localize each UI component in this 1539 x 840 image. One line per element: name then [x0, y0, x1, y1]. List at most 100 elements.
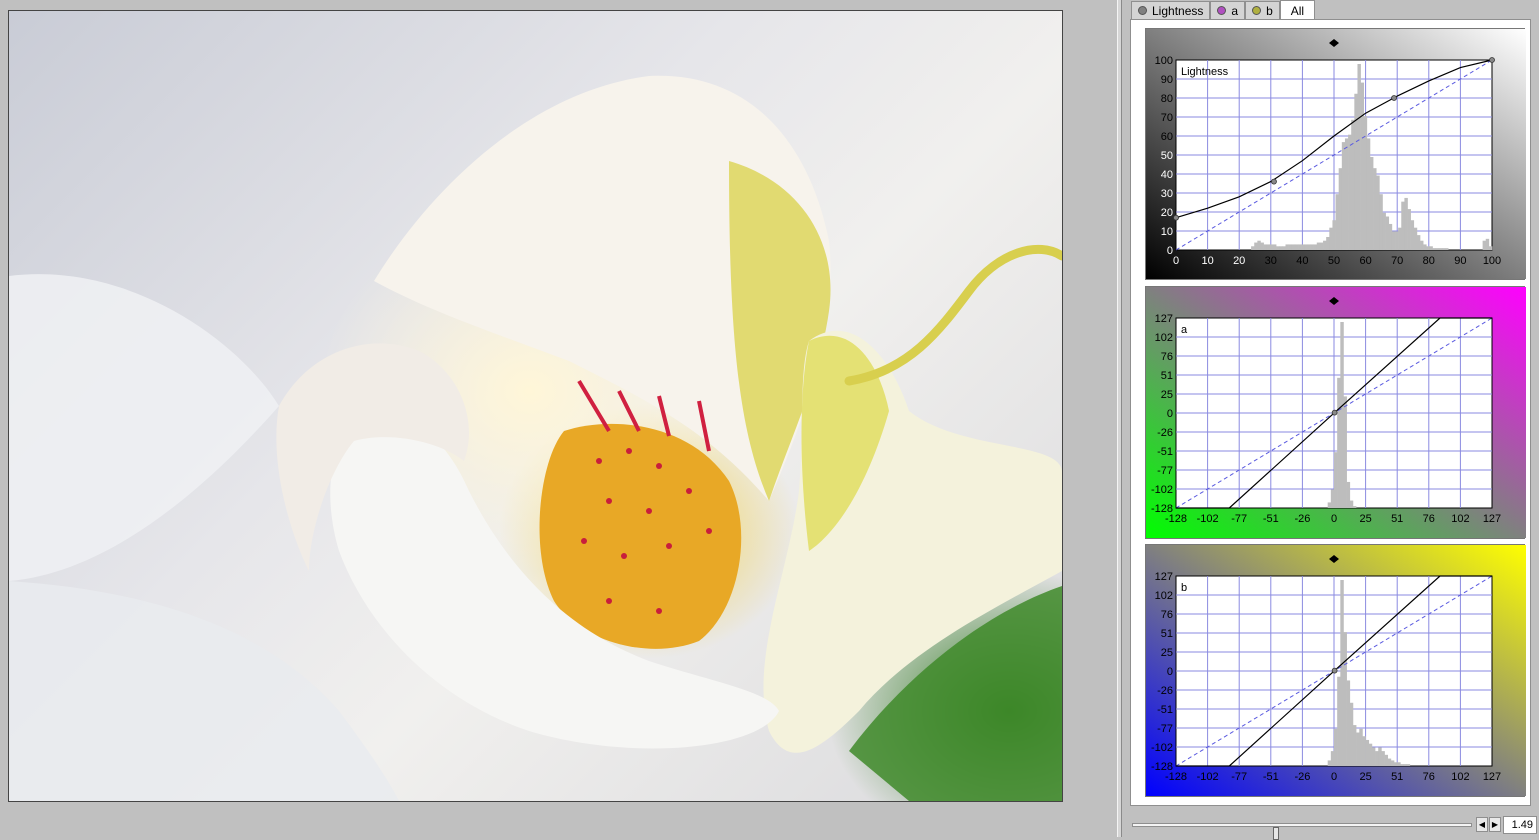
x-tick-label: -128: [1165, 771, 1187, 783]
histogram-bar: [1330, 489, 1335, 508]
x-tick-label: -51: [1263, 513, 1279, 525]
histogram-bar: [1341, 142, 1346, 250]
histogram-bar: [1403, 764, 1407, 766]
histogram-bar: [1352, 506, 1357, 508]
histogram-bar: [1301, 244, 1305, 250]
histogram-bar: [1445, 248, 1449, 250]
lightness-sphere-icon: [1138, 6, 1147, 15]
histogram-bar: [1365, 739, 1370, 766]
histogram-bar: [1294, 244, 1299, 250]
y-tick-label: -26: [1157, 427, 1173, 439]
curve-control-point: [1331, 667, 1338, 674]
histogram-bar: [1298, 244, 1302, 250]
histogram-bar: [1378, 747, 1382, 766]
histogram-bar: [1329, 227, 1333, 250]
histogram-bar: [1410, 220, 1415, 250]
tab-all[interactable]: All: [1279, 0, 1316, 20]
histogram-bar: [1400, 764, 1404, 766]
curve-channel-label: Lightness: [1181, 66, 1229, 78]
a-curve-panel[interactable]: a 127 102 76 51 25 0 -26 -51 -77 -102 -128 -128 -102-…: [1145, 286, 1526, 539]
zoom-bar: ◀ ▶ 1.49: [1130, 814, 1539, 840]
histogram-bar: [1368, 743, 1373, 766]
histogram-bar: [1391, 231, 1396, 250]
x-tick-label: 127: [1483, 513, 1501, 525]
histogram-bar: [1332, 220, 1336, 250]
x-tick-label: 76: [1423, 771, 1435, 783]
x-tick-label: 70: [1391, 255, 1403, 267]
y-tick-label: -51: [1157, 446, 1173, 458]
x-tick-label: 51: [1391, 771, 1403, 783]
curve-graph: b1271027651250-26-51-77-102-128-128 -102-…: [1146, 545, 1526, 796]
histogram-bar: [1359, 728, 1363, 766]
x-tick-label: 102: [1451, 771, 1469, 783]
y-tick-label: -102: [1151, 484, 1173, 496]
x-tick-label: 0: [1173, 255, 1179, 267]
y-tick-label: 127: [1155, 313, 1173, 325]
panel-splitter[interactable]: [1117, 0, 1122, 837]
histogram-bar: [1398, 227, 1402, 250]
y-tick-label: 51: [1161, 370, 1173, 382]
zoom-value-field[interactable]: 1.49: [1503, 816, 1537, 834]
histogram-bar: [1413, 227, 1418, 250]
zoom-slider-thumb[interactable]: [1273, 827, 1279, 840]
y-tick-label: -77: [1157, 723, 1173, 735]
histogram-bar: [1327, 760, 1332, 766]
tab-label: All: [1290, 3, 1305, 18]
histogram-bar: [1254, 242, 1258, 250]
column: [539, 423, 742, 649]
histogram-bar: [1371, 747, 1376, 766]
histogram-bar: [1351, 119, 1355, 250]
y-tick-label: -26: [1157, 685, 1173, 697]
image-canvas[interactable]: [8, 10, 1063, 802]
histogram-bar: [1395, 231, 1399, 250]
lightness-curve-panel[interactable]: Lightness 100 90 80 70 60 50 40 30 20 10 0 0 10 20 30 40…: [1145, 28, 1526, 280]
tab-a[interactable]: a: [1210, 1, 1246, 19]
histogram-bar: [1335, 194, 1339, 250]
histogram-bar: [1323, 240, 1327, 250]
y-tick-label: -102: [1151, 742, 1173, 754]
curve-control-point: [1489, 57, 1495, 63]
zoom-slider[interactable]: [1132, 823, 1472, 840]
x-tick-label: 60: [1359, 255, 1371, 267]
curve-channel-label: a: [1181, 324, 1188, 336]
histogram-bar: [1343, 396, 1347, 508]
histogram-bar: [1488, 246, 1493, 250]
tab-label: Lightness: [1152, 3, 1204, 18]
b-curve-panel[interactable]: b 127 102 76 51 25 0 -26 -51 -77 -102 -128 -128 -102-…: [1145, 544, 1526, 797]
histogram-bar: [1354, 93, 1358, 250]
tab-b[interactable]: b: [1245, 1, 1280, 19]
b-channel-sphere-icon: [1252, 6, 1262, 15]
histogram-bar: [1357, 64, 1361, 250]
curve-control-point: [1173, 214, 1179, 221]
curve-graph: a1271027651250-26-51-77-102-128-128 -102-…: [1146, 287, 1526, 538]
curve-control-point: [1331, 409, 1338, 416]
histogram-bar: [1307, 244, 1311, 250]
histogram-bar: [1441, 248, 1446, 250]
histogram-bar: [1382, 212, 1386, 250]
x-tick-label: -128: [1165, 513, 1187, 525]
histogram-bar: [1407, 209, 1411, 250]
zoom-decrease-button[interactable]: ◀: [1476, 817, 1488, 832]
x-tick-label: 0: [1331, 771, 1337, 783]
orchid-photo: [9, 75, 1062, 801]
histogram-bar: [1363, 116, 1368, 250]
y-tick-label: 20: [1161, 207, 1173, 219]
histogram-bar: [1330, 751, 1335, 766]
histogram-bar: [1362, 736, 1366, 766]
x-tick-label: 25: [1359, 513, 1371, 525]
y-tick-label: 102: [1155, 590, 1173, 602]
histogram-bar: [1348, 134, 1352, 250]
x-tick-label: -26: [1294, 771, 1310, 783]
histogram-bar: [1426, 246, 1430, 250]
x-tick-label: 10: [1201, 255, 1213, 267]
zoom-increase-button[interactable]: ▶: [1489, 817, 1501, 832]
tab-lightness[interactable]: Lightness: [1131, 1, 1211, 19]
x-tick-label: 25: [1359, 771, 1371, 783]
bottom-petal: [9, 581, 399, 801]
histogram-bar: [1313, 244, 1318, 250]
histogram-bar: [1346, 481, 1351, 508]
histogram-bar: [1416, 235, 1421, 250]
y-tick-label: 102: [1155, 332, 1173, 344]
histogram-bar: [1334, 728, 1338, 766]
y-tick-label: 76: [1161, 351, 1173, 363]
